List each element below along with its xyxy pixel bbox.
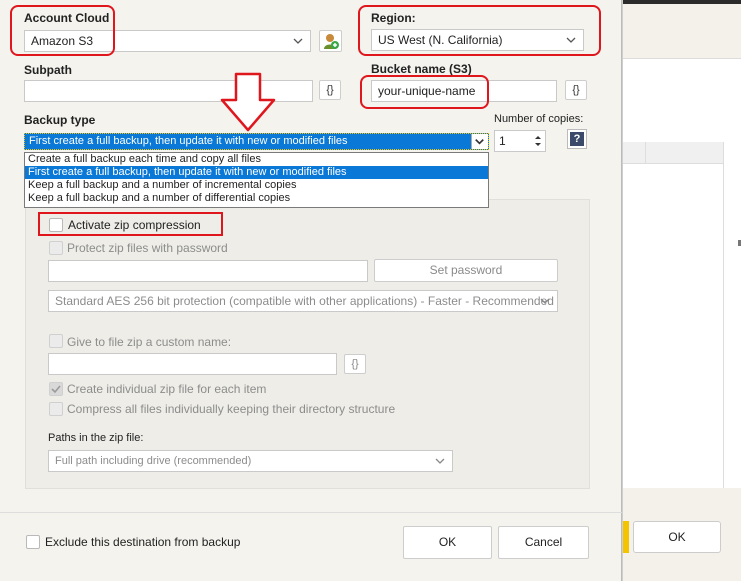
background-ok-button[interactable]: OK (633, 521, 721, 553)
custom-name-checkbox[interactable] (49, 334, 63, 348)
backup-type-option[interactable]: Create a full backup each time and copy … (25, 153, 488, 166)
encryption-value: Standard AES 256 bit protection (compati… (55, 294, 554, 308)
annotation-highlight (10, 5, 115, 56)
destination-dialog: Account Cloud Amazon S3 Region: US West … (0, 0, 622, 581)
column-separator (645, 142, 646, 164)
copies-label: Number of copies: (494, 113, 584, 125)
backup-type-option[interactable]: First create a full backup, then update … (25, 166, 488, 179)
copies-value: 1 (499, 134, 506, 148)
cancel-button[interactable]: Cancel (498, 526, 589, 559)
custom-name-label: Give to file zip a custom name: (67, 335, 232, 349)
copies-spinner[interactable]: 1 (494, 130, 546, 152)
checkmark-icon (51, 385, 61, 394)
zip-password-input[interactable] (48, 260, 368, 282)
help-button[interactable]: ? (567, 129, 587, 149)
backup-type-options-list: Create a full backup each time and copy … (24, 152, 489, 208)
background-window: OK (622, 0, 741, 581)
column-separator (723, 142, 724, 488)
chevron-down-icon (293, 38, 303, 44)
annotation-highlight (38, 212, 223, 236)
paths-value: Full path including drive (recommended) (55, 455, 252, 467)
chevron-down-icon (435, 458, 445, 464)
background-titlebar (623, 0, 741, 4)
paths-select[interactable]: Full path including drive (recommended) (48, 450, 453, 472)
backup-type-selected: First create a full backup, then update … (29, 135, 348, 147)
ok-button[interactable]: OK (403, 526, 492, 559)
annotation-highlight (358, 5, 601, 56)
bucket-name-label: Bucket name (S3) (371, 62, 472, 76)
encryption-select[interactable]: Standard AES 256 bit protection (compati… (48, 290, 558, 312)
compress-individually-checkbox[interactable] (49, 402, 63, 416)
individual-zip-label: Create individual zip file for each item (67, 382, 267, 396)
exclude-destination-checkbox[interactable] (26, 535, 40, 549)
manage-accounts-button[interactable] (319, 30, 342, 52)
footer-divider (0, 512, 622, 513)
paths-label: Paths in the zip file: (48, 432, 144, 444)
individual-zip-checkbox[interactable] (49, 382, 63, 396)
subpath-label: Subpath (24, 63, 72, 77)
bucket-variables-button[interactable]: {} (565, 80, 587, 100)
protect-zip-label: Protect zip files with password (67, 241, 228, 255)
backup-type-option[interactable]: Keep a full backup and a number of diffe… (25, 192, 488, 205)
backup-type-option[interactable]: Keep a full backup and a number of incre… (25, 179, 488, 192)
custom-name-input[interactable] (48, 353, 337, 375)
exclude-destination-label: Exclude this destination from backup (45, 535, 241, 549)
custom-name-variables-button[interactable]: {} (344, 354, 366, 374)
spinner-arrows-icon[interactable] (533, 133, 543, 149)
backup-type-label: Backup type (24, 113, 96, 127)
annotation-arrow-icon (220, 72, 276, 132)
help-icon: ? (570, 132, 584, 146)
background-list-header (623, 142, 723, 164)
chevron-down-icon (540, 298, 550, 304)
user-add-icon (323, 34, 339, 49)
compress-individually-label: Compress all files individually keeping … (67, 402, 396, 416)
accent-bar (623, 521, 629, 553)
dropdown-button[interactable] (471, 134, 488, 149)
chevron-down-icon (475, 139, 484, 145)
subpath-variables-button[interactable]: {} (319, 80, 341, 100)
set-password-button[interactable]: Set password (374, 259, 558, 282)
annotation-highlight (360, 75, 489, 109)
backup-type-select[interactable]: First create a full backup, then update … (24, 133, 489, 150)
protect-zip-checkbox[interactable] (49, 241, 63, 255)
